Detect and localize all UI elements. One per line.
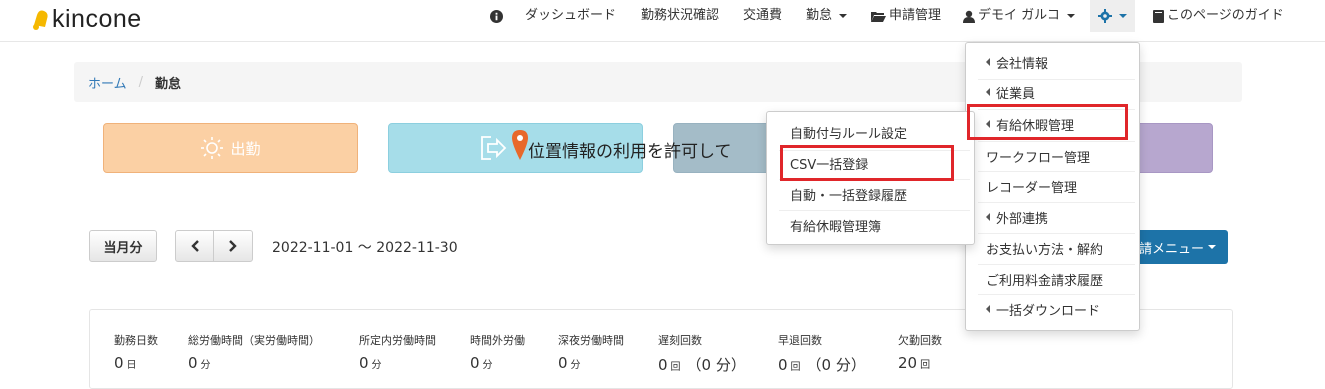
user-icon <box>963 10 975 23</box>
menu-label: 会社情報 <box>996 56 1049 72</box>
exit-icon <box>481 136 507 160</box>
stat-label: 遅刻回数 <box>658 334 702 347</box>
breadcrumb-separator: / <box>138 74 144 90</box>
nav-requests-label: 申請管理 <box>889 8 942 23</box>
bell-logo-icon <box>33 10 48 30</box>
stat-label: 深夜労働時間 <box>558 334 624 347</box>
nav-settings-gear[interactable] <box>1090 0 1135 32</box>
stat-label: 総労働時間（実労働時間） <box>188 334 320 347</box>
settings-dropdown: 会社情報 従業員 有給休暇管理 ワークフロー管理 レコーダー管理 外部連携 お支… <box>965 42 1140 331</box>
gear-icon <box>1098 9 1112 23</box>
menu-divider <box>978 79 1135 80</box>
submenu-register-history[interactable]: 自動・一括登録履歴 <box>767 183 974 205</box>
stat-scheduled-hours: 所定内労働時間 0分 <box>359 332 436 372</box>
menu-billing-history[interactable]: ご利用料金請求履歴 <box>966 268 1139 290</box>
menu-company-info[interactable]: 会社情報 <box>966 51 1139 73</box>
nav-attendance[interactable]: 勤怠 <box>806 0 848 32</box>
menu-divider <box>779 210 970 211</box>
request-menu-button[interactable]: 請メニュー <box>1130 230 1228 264</box>
request-menu-label: 請メニュー <box>1138 241 1204 257</box>
stat-late-count: 遅刻回数 0 回（0 分） <box>658 332 746 375</box>
nav-user-menu[interactable]: デモイ ガルコ <box>963 0 1075 32</box>
nav-transport[interactable]: 交通費 <box>743 0 782 32</box>
info-icon[interactable] <box>490 0 503 32</box>
logo-text: kincone <box>52 4 142 33</box>
chevron-right-icon <box>229 240 237 252</box>
chevron-left-icon <box>190 240 199 252</box>
nav-requests[interactable]: 申請管理 <box>871 0 941 32</box>
stat-label: 時間外労働 <box>470 334 525 347</box>
menu-recorder[interactable]: レコーダー管理 <box>966 175 1139 197</box>
breadcrumb-current: 勤怠 <box>155 76 182 92</box>
highlight-csv-bulk <box>780 145 954 181</box>
caret-left-icon <box>986 305 990 313</box>
stat-label: 所定内労働時間 <box>359 334 436 347</box>
map-pin-icon <box>512 130 528 160</box>
menu-bulk-download[interactable]: 一括ダウンロード <box>966 298 1139 320</box>
stat-total-hours: 総労働時間（実労働時間） 0分 <box>188 332 320 372</box>
stat-absence-count: 欠勤回数 20 回 <box>898 332 942 372</box>
menu-workflow[interactable]: ワークフロー管理 <box>966 145 1139 167</box>
current-month-button[interactable]: 当月分 <box>89 230 157 262</box>
caret-left-icon <box>986 88 990 96</box>
stat-label: 欠勤回数 <box>898 334 942 347</box>
menu-label: 従業員 <box>996 86 1036 102</box>
sun-icon <box>201 137 224 159</box>
stat-overtime: 時間外労働 0分 <box>470 332 525 372</box>
geolocation-prompt: 位置情報の利用を許可して <box>528 142 732 162</box>
stat-value: 0 回（0 分） <box>778 356 866 374</box>
nav-attendance-label: 勤怠 <box>806 8 833 23</box>
stat-value: 0 回（0 分） <box>658 356 746 374</box>
menu-payment[interactable]: お支払い方法・解約 <box>966 237 1139 259</box>
stat-value: 0分 <box>558 354 581 372</box>
caret-down-icon <box>1119 14 1127 18</box>
menu-divider <box>978 264 1135 265</box>
menu-divider <box>978 171 1135 172</box>
next-month-button[interactable] <box>213 230 253 262</box>
stat-value: 0分 <box>188 354 211 372</box>
menu-divider <box>978 233 1135 234</box>
menu-label: 外部連携 <box>996 211 1049 227</box>
nav-work-status[interactable]: 勤務状況確認 <box>641 0 719 32</box>
stat-early-leave-count: 早退回数 0 回（0 分） <box>778 332 866 375</box>
menu-label: 一括ダウンロード <box>996 303 1101 319</box>
nav-dashboard[interactable]: ダッシュボード <box>525 0 616 32</box>
top-navbar: kincone ダッシュボード 勤務状況確認 交通費 勤怠 申請管理 デモイ ガ… <box>0 0 1325 42</box>
kincone-logo[interactable]: kincone <box>30 4 142 34</box>
user-name: デモイ ガルコ <box>978 8 1060 23</box>
stat-value: 0分 <box>470 354 493 372</box>
caret-left-icon <box>986 58 990 66</box>
menu-employees[interactable]: 従業員 <box>966 81 1139 103</box>
breadcrumb-home[interactable]: ホーム <box>88 73 127 92</box>
date-range: 2022-11-01 〜 2022-11-30 <box>272 240 458 256</box>
stat-night-hours: 深夜労働時間 0分 <box>558 332 624 372</box>
prev-month-button[interactable] <box>175 230 214 262</box>
folder-icon <box>871 12 886 22</box>
menu-divider <box>978 294 1135 295</box>
stat-value: 20 回 <box>898 354 931 372</box>
stat-work-days: 勤務日数 0日 <box>114 332 158 372</box>
nav-page-guide[interactable]: このページのガイド <box>1153 0 1284 32</box>
caret-left-icon <box>986 213 990 221</box>
submenu-leave-ledger[interactable]: 有給休暇管理簿 <box>767 214 974 236</box>
highlight-paid-leave <box>967 104 1128 140</box>
caret-down-icon <box>1208 245 1216 249</box>
book-icon <box>1153 9 1164 23</box>
caret-down-icon <box>1066 14 1075 18</box>
menu-divider <box>978 141 1135 142</box>
stat-label: 勤務日数 <box>114 334 158 347</box>
clock-in-label: 出勤 <box>230 139 261 158</box>
caret-down-icon <box>839 14 848 18</box>
nav-page-guide-label: このページのガイド <box>1167 8 1284 23</box>
clock-in-button[interactable]: 出勤 <box>103 123 358 173</box>
stat-value: 0分 <box>359 354 382 372</box>
submenu-auto-grant-rules[interactable]: 自動付与ルール設定 <box>767 121 974 143</box>
menu-divider <box>978 202 1135 203</box>
menu-integrations[interactable]: 外部連携 <box>966 206 1139 228</box>
stat-value: 0日 <box>114 354 137 372</box>
stat-label: 早退回数 <box>778 334 822 347</box>
